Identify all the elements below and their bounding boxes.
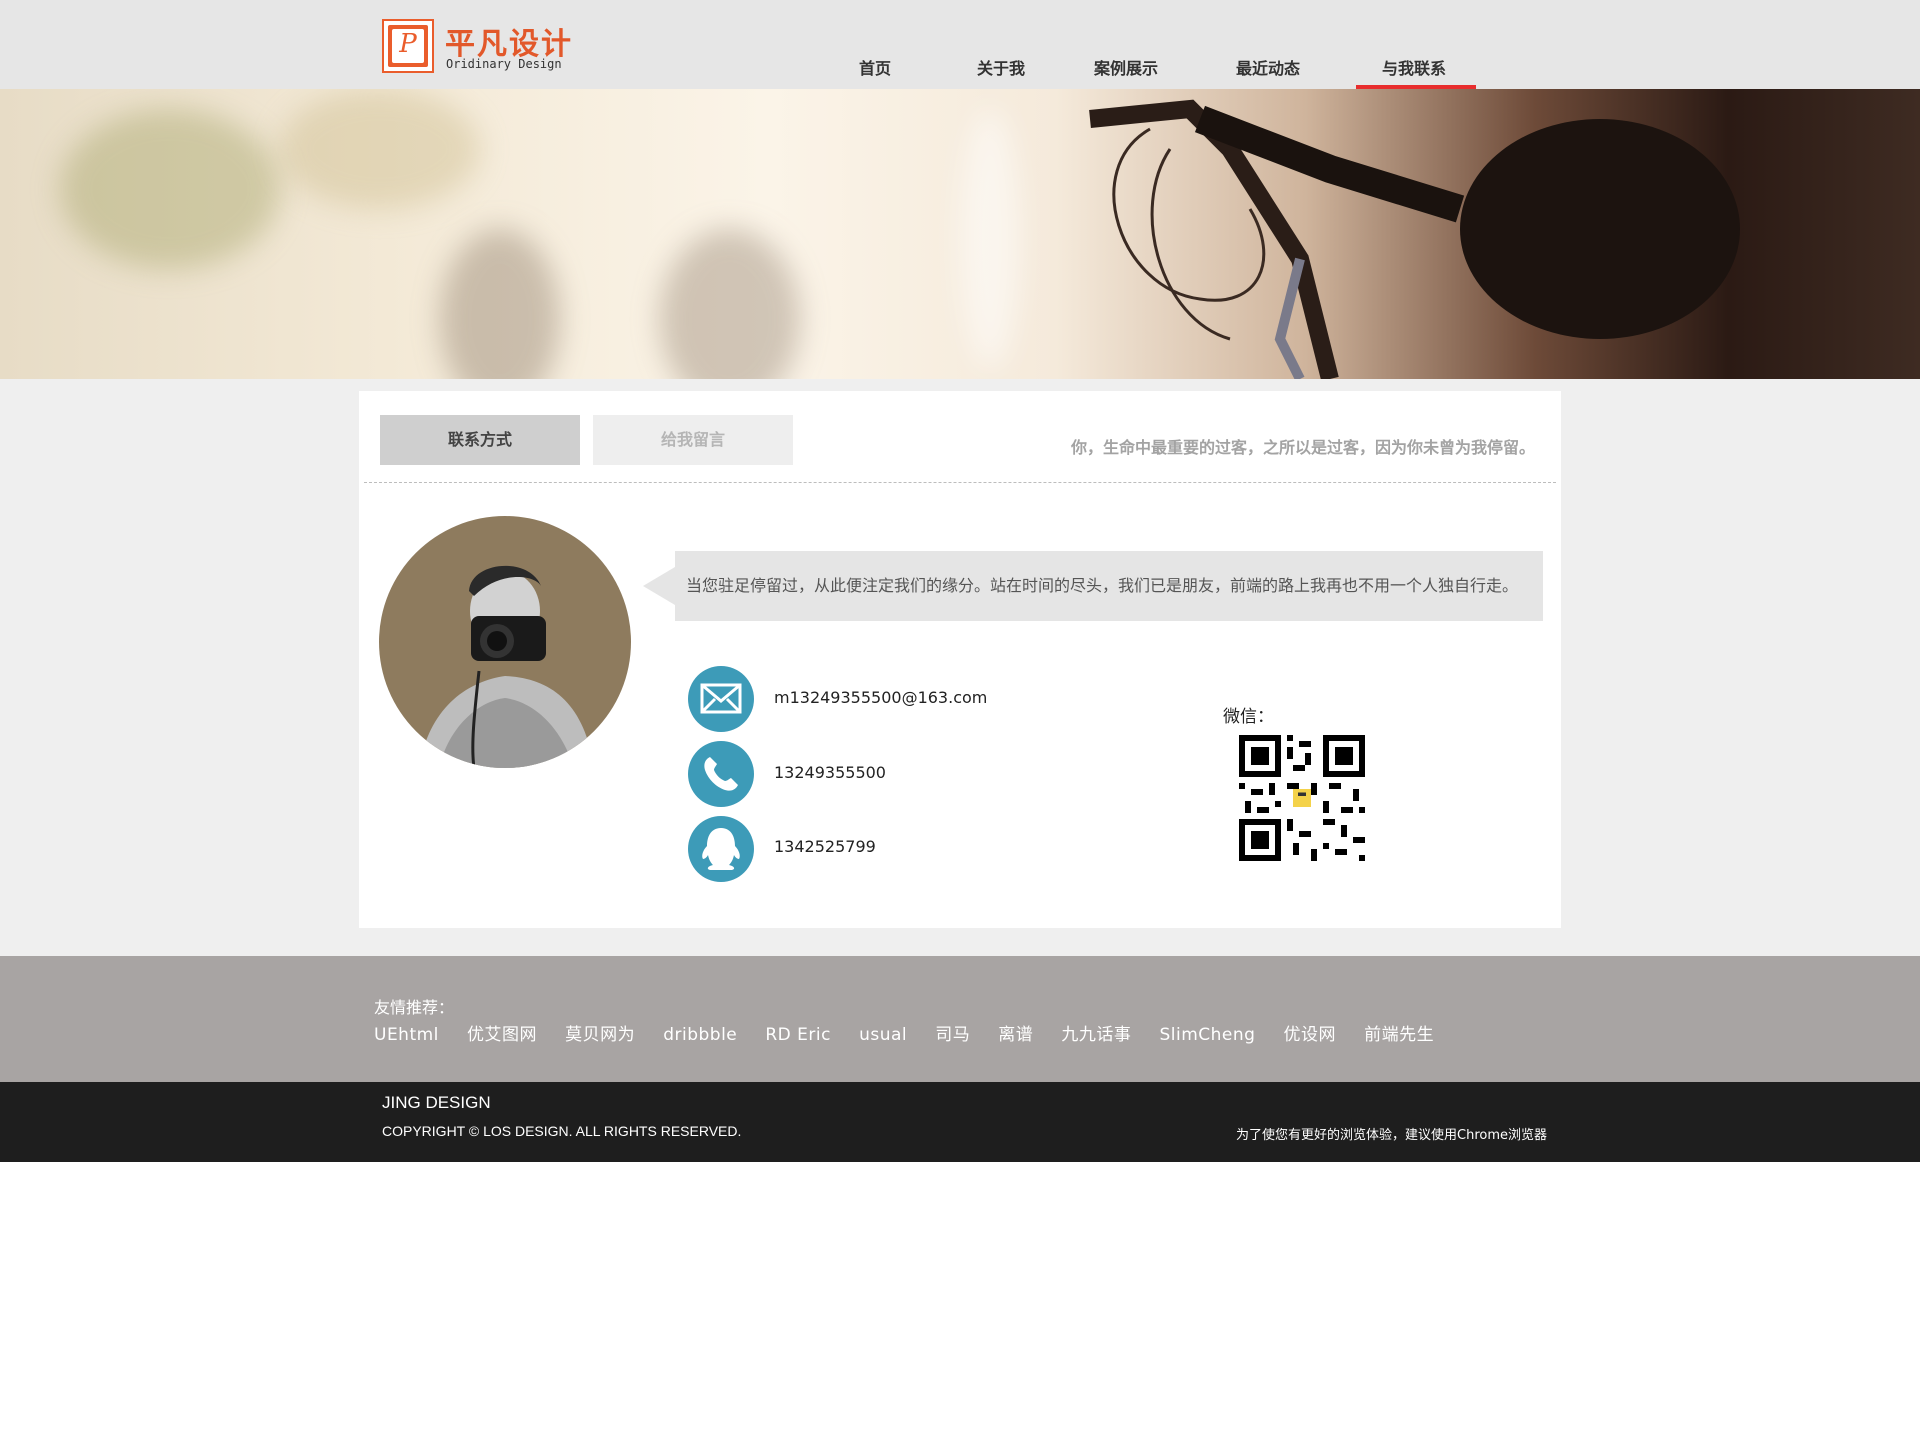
friend-links-title: 友情推荐： <box>374 998 455 1017</box>
friend-links-row: UEhtml 优艾图网 莫贝网为 dribbble RD Eric usual … <box>374 1020 1457 1045</box>
qq-icon <box>688 816 754 882</box>
bike-illustration <box>1089 99 1740 379</box>
divider <box>364 482 1556 483</box>
mail-icon <box>688 666 754 732</box>
friend-link[interactable]: 离谱 <box>998 1025 1033 1045</box>
nav-cases[interactable]: 案例展示 <box>1094 55 1158 79</box>
email-text[interactable]: m13249355500@163.com <box>774 688 987 707</box>
friend-link[interactable]: dribbble <box>663 1025 737 1045</box>
tab-contact[interactable]: 联系方式 <box>380 415 580 465</box>
nav-news[interactable]: 最近动态 <box>1236 55 1300 79</box>
friend-link[interactable]: 莫贝网为 <box>565 1025 635 1045</box>
tab-message[interactable]: 给我留言 <box>593 415 793 465</box>
browser-tip: 为了使您有更好的浏览体验，建议使用Chrome浏览器 <box>1236 1128 1547 1143</box>
footer-copyright: COPYRIGHT © LOS DESIGN. ALL RIGHTS RESER… <box>382 1123 742 1139</box>
bubble-arrow <box>643 567 675 605</box>
qq-text[interactable]: 1342525799 <box>774 837 876 856</box>
friend-link[interactable]: RD Eric <box>765 1025 831 1045</box>
hero-banner <box>0 89 1920 379</box>
friend-link[interactable]: 司马 <box>935 1025 970 1045</box>
friend-link[interactable]: UEhtml <box>374 1025 439 1045</box>
nav-about[interactable]: 关于我 <box>977 55 1025 79</box>
friend-links: 友情推荐： UEhtml 优艾图网 莫贝网为 dribbble RD Eric … <box>0 956 1920 1082</box>
intro-bubble: 当您驻足停留过，从此便注定我们的缘分。站在时间的尽头，我们已是朋友，前端的路上我… <box>675 551 1543 621</box>
nav-contact[interactable]: 与我联系 <box>1382 55 1446 79</box>
footer: JING DESIGN COPYRIGHT © LOS DESIGN. ALL … <box>0 1082 1920 1162</box>
friend-link[interactable]: usual <box>859 1025 907 1045</box>
friend-link[interactable]: 前端先生 <box>1364 1025 1434 1045</box>
avatar <box>379 516 631 768</box>
phone-text[interactable]: 13249355500 <box>774 763 886 782</box>
friend-link[interactable]: SlimCheng <box>1159 1025 1255 1045</box>
friend-link[interactable]: 优艾图网 <box>467 1025 537 1045</box>
wechat-label: 微信： <box>1223 707 1274 727</box>
phone-icon <box>688 741 754 807</box>
quote-text: 你，生命中最重要的过客，之所以是过客，因为你未曾为我停留。 <box>1070 438 1535 457</box>
qr-code <box>1239 735 1365 861</box>
friend-link[interactable]: 优设网 <box>1284 1025 1337 1045</box>
header: P 平凡设计 Oridinary Design 首页 关于我 案例展示 最近动态… <box>0 0 1920 89</box>
footer-brand: JING DESIGN <box>382 1093 491 1112</box>
main-nav: 首页 关于我 案例展示 最近动态 与我联系 <box>0 0 1920 89</box>
nav-home[interactable]: 首页 <box>859 55 891 79</box>
friend-link[interactable]: 九九话事 <box>1061 1025 1131 1045</box>
contact-card: 联系方式 给我留言 你，生命中最重要的过客，之所以是过客，因为你未曾为我停留。 … <box>359 391 1561 928</box>
